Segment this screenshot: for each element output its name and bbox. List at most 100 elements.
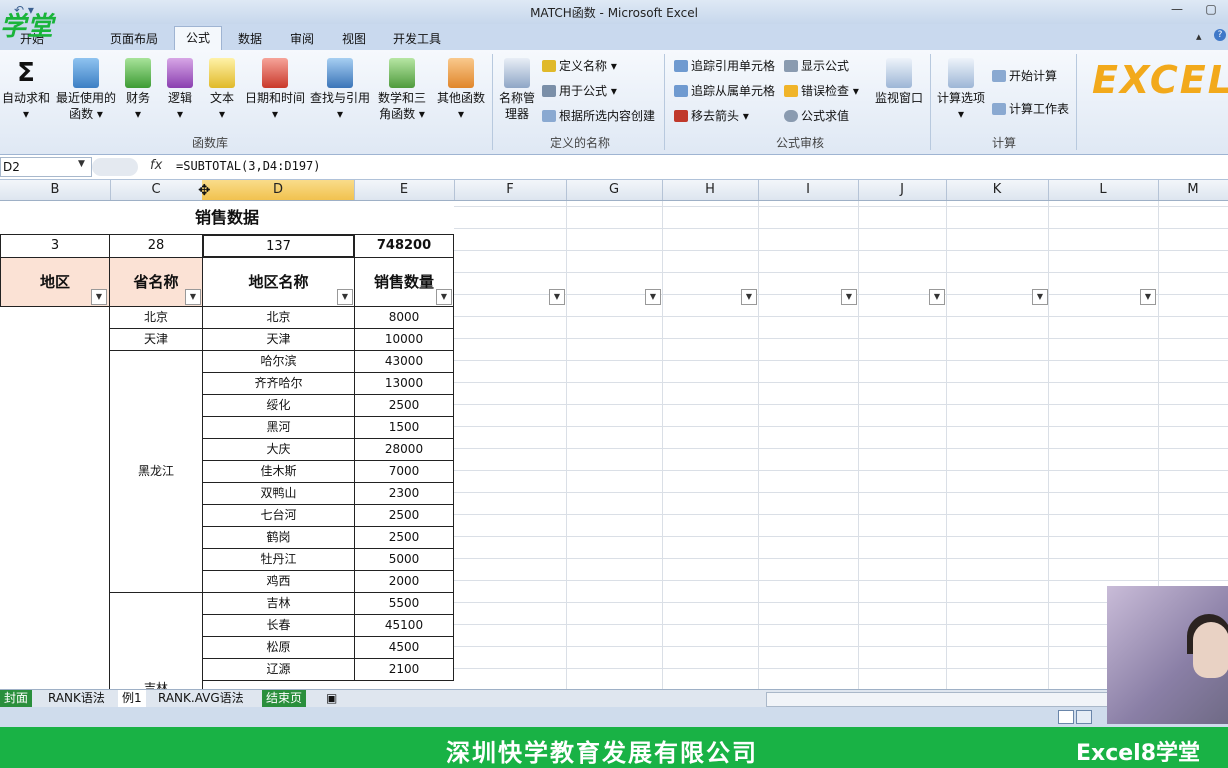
minimize-button[interactable]: —: [1160, 0, 1194, 20]
use-in-formula-button[interactable]: 用于公式 ▾: [542, 81, 617, 101]
sales-qty-cell[interactable]: 43000: [354, 350, 454, 373]
sales-qty-cell[interactable]: 28000: [354, 438, 454, 461]
sheet-tab-rank-avg-syntax[interactable]: RANK.AVG语法: [154, 690, 248, 707]
evaluate-formula-button[interactable]: 公式求值: [784, 106, 849, 126]
ribbon-collapse-icon[interactable]: ▴: [1196, 30, 1202, 43]
filter-dropdown-icon[interactable]: ▼: [841, 289, 857, 305]
area-name-cell[interactable]: 大庆: [202, 438, 355, 461]
column-header-h[interactable]: H: [662, 180, 759, 200]
maximize-button[interactable]: ▢: [1194, 0, 1228, 20]
text-button[interactable]: 文本 ▾: [204, 56, 240, 128]
area-name-cell[interactable]: 鸡西: [202, 570, 355, 593]
financial-button[interactable]: 财务 ▾: [120, 56, 156, 128]
filter-dropdown-icon[interactable]: ▼: [645, 289, 661, 305]
horizontal-scrollbar[interactable]: [766, 692, 1108, 707]
page-layout-view-icon[interactable]: [1076, 710, 1092, 724]
filter-dropdown-icon[interactable]: ▼: [1140, 289, 1156, 305]
summary-cell-b2[interactable]: 3: [0, 234, 110, 258]
column-header-d[interactable]: D: [202, 180, 355, 200]
area-name-cell[interactable]: 齐齐哈尔: [202, 372, 355, 395]
column-header-k[interactable]: K: [946, 180, 1049, 200]
column-header-e[interactable]: E: [354, 180, 455, 200]
trace-dependents-button[interactable]: 追踪从属单元格: [674, 81, 775, 101]
calculate-now-button[interactable]: 开始计算: [992, 66, 1057, 86]
area-name-cell[interactable]: 牡丹江: [202, 548, 355, 571]
area-name-cell[interactable]: 天津: [202, 328, 355, 351]
filter-dropdown-icon[interactable]: ▼: [929, 289, 945, 305]
column-header-f[interactable]: F: [454, 180, 567, 200]
lookup-reference-button[interactable]: 查找与引用 ▾: [308, 56, 372, 128]
sales-qty-cell[interactable]: 1500: [354, 416, 454, 439]
filter-dropdown-icon[interactable]: ▼: [337, 289, 353, 305]
more-functions-button[interactable]: 其他函数 ▾: [434, 56, 488, 128]
sales-qty-cell[interactable]: 45100: [354, 614, 454, 637]
column-header-g[interactable]: G: [566, 180, 663, 200]
sales-qty-cell[interactable]: 7000: [354, 460, 454, 483]
date-time-button[interactable]: 日期和时间 ▾: [244, 56, 306, 128]
summary-cell-d2-selected[interactable]: 137: [202, 234, 355, 258]
area-name-cell[interactable]: 鹤岗: [202, 526, 355, 549]
summary-cell-c2[interactable]: 28: [109, 234, 203, 258]
column-header-c[interactable]: C: [110, 180, 203, 200]
region-merged-cell[interactable]: [0, 307, 110, 689]
tab-review[interactable]: 审阅: [280, 28, 324, 50]
column-header-i[interactable]: I: [758, 180, 859, 200]
column-header-l[interactable]: L: [1048, 180, 1159, 200]
area-name-cell[interactable]: 吉林: [202, 592, 355, 615]
area-name-cell[interactable]: 七台河: [202, 504, 355, 527]
filter-dropdown-icon[interactable]: ▼: [741, 289, 757, 305]
area-name-cell[interactable]: 辽源: [202, 658, 355, 681]
area-name-cell[interactable]: 长春: [202, 614, 355, 637]
insert-sheet-icon[interactable]: ▣: [322, 690, 341, 707]
remove-arrows-button[interactable]: 移去箭头 ▾: [674, 106, 749, 126]
filter-dropdown-icon[interactable]: ▼: [185, 289, 201, 305]
area-name-cell[interactable]: 北京: [202, 306, 355, 329]
sales-qty-cell[interactable]: 4500: [354, 636, 454, 659]
sales-qty-cell[interactable]: 13000: [354, 372, 454, 395]
header-area-name[interactable]: 地区名称: [202, 257, 355, 307]
calculate-sheet-button[interactable]: 计算工作表: [992, 99, 1069, 119]
calculation-options-button[interactable]: 计算选项 ▾: [934, 56, 988, 128]
normal-view-icon[interactable]: [1058, 710, 1074, 724]
tab-data[interactable]: 数据: [228, 28, 272, 50]
province-cell[interactable]: 天津: [109, 328, 203, 351]
sales-qty-cell[interactable]: 2300: [354, 482, 454, 505]
column-header-j[interactable]: J: [858, 180, 947, 200]
watch-window-button[interactable]: 监视窗口: [872, 56, 926, 128]
sales-qty-cell[interactable]: 2100: [354, 658, 454, 681]
define-name-button[interactable]: 定义名称 ▾: [542, 56, 617, 76]
error-checking-button[interactable]: 错误检查 ▾: [784, 81, 859, 101]
sheet-tab-rank-syntax[interactable]: RANK语法: [44, 690, 109, 707]
logical-button[interactable]: 逻辑 ▾: [160, 56, 200, 128]
create-from-selection-button[interactable]: 根据所选内容创建: [542, 106, 655, 126]
sales-qty-cell[interactable]: 5500: [354, 592, 454, 615]
tab-page-layout[interactable]: 页面布局: [102, 28, 166, 50]
sheet-tab-end[interactable]: 结束页: [262, 690, 307, 707]
worksheet-grid[interactable]: 销售数据 3 28 137 748200 地区 省名称 地区名称 销售数量 ▼ …: [0, 201, 1228, 689]
province-cell[interactable]: 黑龙江: [109, 350, 203, 593]
filter-dropdown-icon[interactable]: ▼: [1032, 289, 1048, 305]
filter-dropdown-icon[interactable]: ▼: [436, 289, 452, 305]
tab-formulas[interactable]: 公式: [174, 26, 222, 51]
area-name-cell[interactable]: 松原: [202, 636, 355, 659]
column-header-b[interactable]: B: [0, 180, 111, 200]
province-cell[interactable]: 北京: [109, 306, 203, 329]
area-name-cell[interactable]: 黑河: [202, 416, 355, 439]
show-formulas-button[interactable]: 显示公式: [784, 56, 849, 76]
sheet-title[interactable]: 销售数据: [0, 201, 454, 234]
sales-qty-cell[interactable]: 2500: [354, 504, 454, 527]
autosum-button[interactable]: Σ 自动求和 ▾: [0, 56, 52, 128]
formula-input[interactable]: =SUBTOTAL(3,D4:D197): [176, 159, 321, 173]
sheet-tab-cover[interactable]: 封面: [0, 690, 33, 707]
area-name-cell[interactable]: 绥化: [202, 394, 355, 417]
sheet-tab-example1[interactable]: 例1: [118, 690, 146, 707]
help-icon[interactable]: ?: [1214, 29, 1226, 41]
recent-functions-button[interactable]: 最近使用的函数 ▾: [54, 56, 118, 128]
math-trig-button[interactable]: 数学和三角函数 ▾: [374, 56, 430, 128]
area-name-cell[interactable]: 佳木斯: [202, 460, 355, 483]
sales-qty-cell[interactable]: 2000: [354, 570, 454, 593]
filter-dropdown-icon[interactable]: ▼: [91, 289, 107, 305]
filter-dropdown-icon[interactable]: ▼: [549, 289, 565, 305]
name-box-dropdown-icon[interactable]: ▼: [78, 159, 85, 169]
insert-function-icon[interactable]: fx: [150, 158, 162, 173]
